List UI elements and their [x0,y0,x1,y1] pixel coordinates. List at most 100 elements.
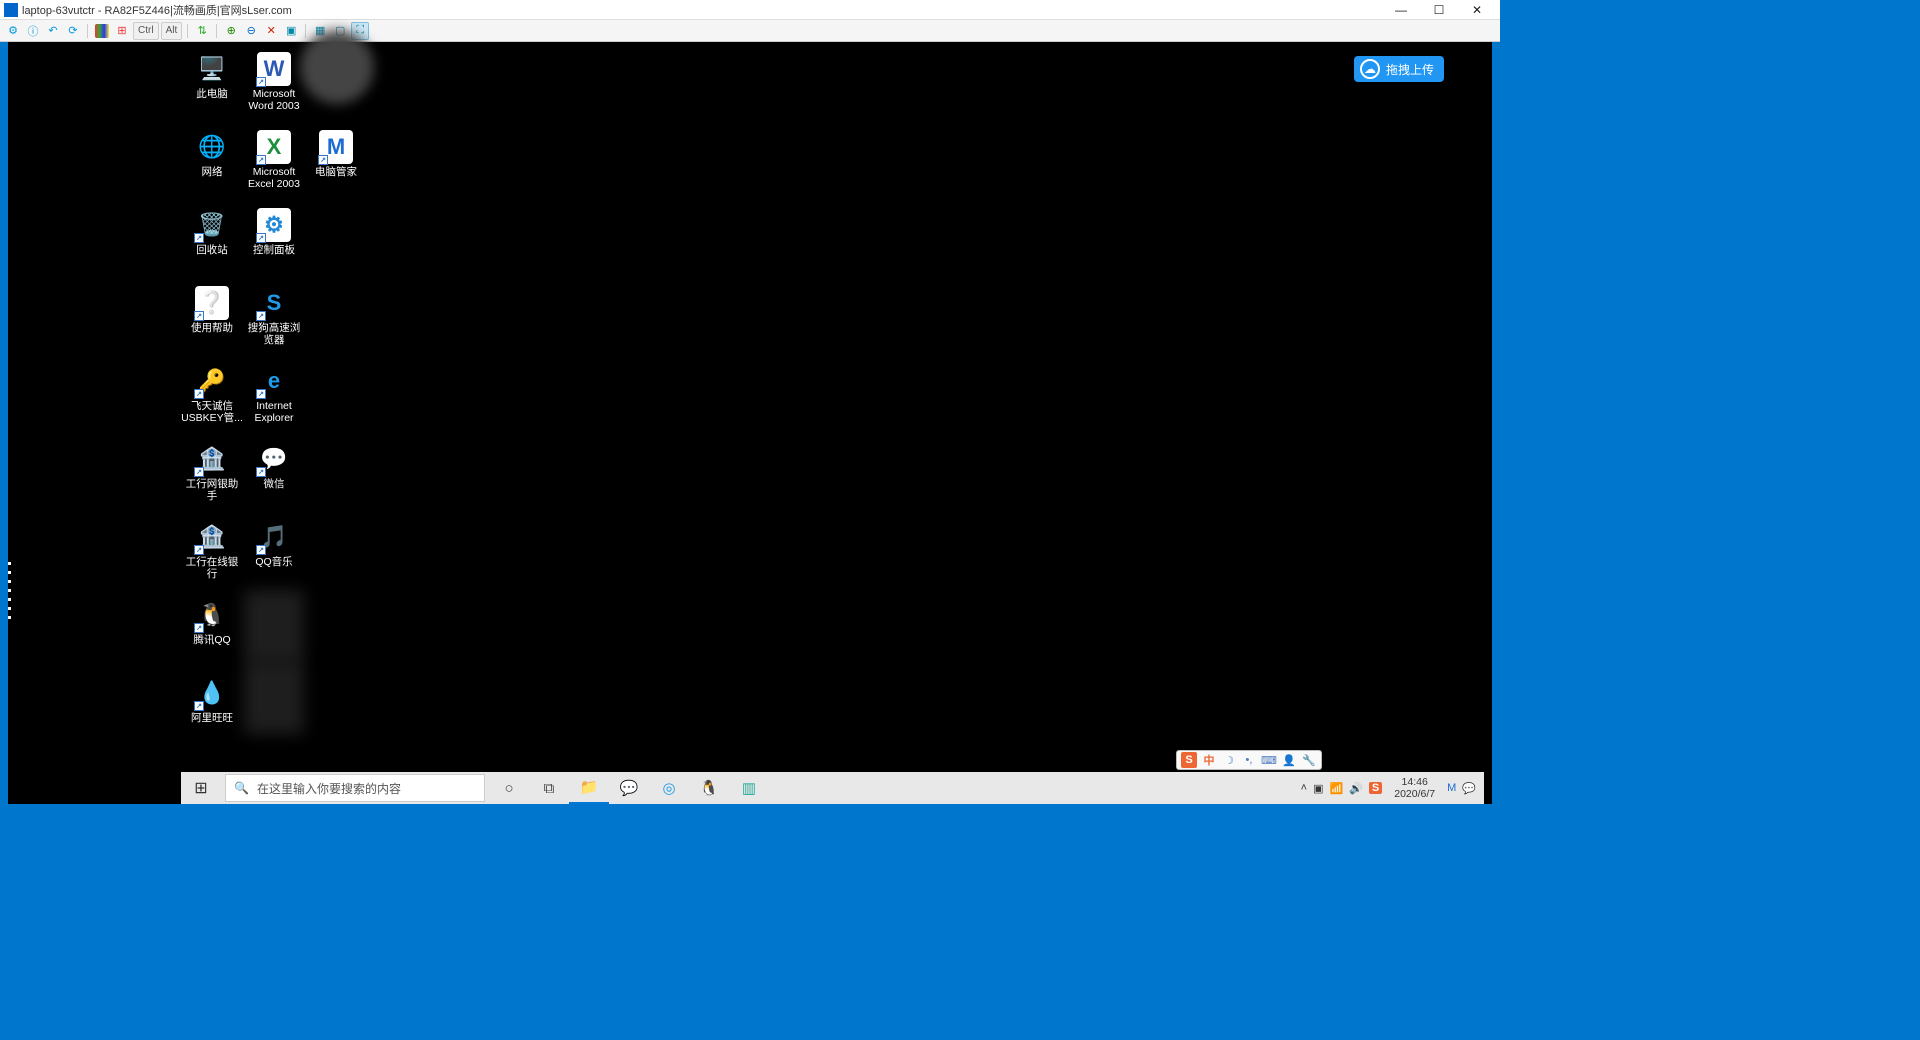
desktop-icon-qqmusic[interactable]: 🎵↗QQ音乐 [243,516,305,594]
clipboard-icon[interactable]: ⇅ [193,22,211,40]
excel-icon: X↗ [257,130,291,164]
wechat-icon: 💬↗ [257,442,291,476]
qqmusic-icon: 🎵↗ [257,520,291,554]
windows-key-icon[interactable]: ⊞ [113,22,131,40]
settings-icon[interactable]: ⚙ [4,22,22,40]
minimize-button[interactable]: — [1382,0,1420,20]
desktop-icon-computer[interactable]: 🖥️此电脑 [181,48,243,126]
color-mode-icon[interactable] [95,24,109,38]
usbkey-icon: 🔑↗ [195,364,229,398]
taskbar-clock[interactable]: 14:46 2020/6/7 [1388,776,1441,800]
desktop-icon-help[interactable]: ❔↗使用帮助 [181,282,243,360]
desktop-icon-wechat[interactable]: 💬↗微信 [243,438,305,516]
desktop-icon-label: 工行网银助手 [181,479,243,502]
desktop-icon-control-panel[interactable]: ⚙↗控制面板 [243,204,305,282]
desktop-icon-recycle-bin[interactable]: 🗑️↗ 回收站 [181,204,243,282]
app-icon [4,3,18,17]
sogou-browser-icon: S↗ [257,286,291,320]
back-icon[interactable]: ↶ [44,22,62,40]
desktop-icon-label: 此电脑 [196,89,228,101]
ime-moon-icon[interactable]: ☽ [1221,752,1237,768]
shortcut-overlay-icon: ↗ [256,77,266,87]
tray-volume-icon[interactable]: 🔊 [1349,782,1363,795]
desktop-icon-label: 阿里旺旺 [191,713,233,725]
tray-expand-icon[interactable]: ˄ [1301,782,1307,794]
start-button[interactable]: ⊞ [181,772,221,804]
wechat-task[interactable]: 💬 [609,772,649,804]
ime-zhong-label[interactable]: 中 [1201,752,1217,768]
recycle-bin-icon: 🗑️↗ [195,208,229,242]
ime-person-icon[interactable]: 👤 [1281,752,1297,768]
file-explorer-task[interactable]: 📁 [569,772,609,804]
close-button[interactable]: ✕ [1458,0,1496,20]
notification-icon[interactable]: 💬 [1462,782,1476,795]
desktop-icon-icbc-assistant[interactable]: 🏦↗ 工行网银助手 [181,438,243,516]
desktop-icon-aliwangwang[interactable]: 💧↗ 阿里旺旺 [181,672,243,750]
ime-sogou-icon[interactable]: S [1181,752,1197,768]
desktop-icon-label: 网络 [202,167,223,179]
maximize-button[interactable]: ☐ [1420,0,1458,20]
icbc-assistant-icon: 🏦↗ [195,442,229,476]
window-titlebar: laptop-63vutctr - RA82F5Z446|流畅画质|官网sLse… [0,0,1500,20]
desktop-icon-sogou-browser[interactable]: S↗搜狗高速浏览器 [243,282,305,360]
desktop-icon-label: 控制面板 [253,245,295,257]
ctrl-key-button[interactable]: Ctrl [133,22,159,40]
desktop-icon-qq[interactable]: 🐧↗ 腾讯QQ [181,594,243,672]
clock-date: 2020/6/7 [1394,788,1435,800]
remote-desktop-viewport[interactable]: ☁ 拖拽上传 🖥️此电脑🌐网络 🗑️↗ 回收站 ❔↗使用帮助 🔑↗ 飞天诚信USBKEY管… [8,42,1492,804]
refresh-icon[interactable]: ⟳ [64,22,82,40]
desktop-icon-label: Microsoft Word 2003 [243,89,305,112]
desktop-icon-ie[interactable]: e↗Internet Explorer [243,360,305,438]
drag-upload-button[interactable]: ☁ 拖拽上传 [1354,56,1444,82]
desktop-icon-label: 回收站 [196,245,228,257]
clock-time: 14:46 [1394,776,1435,788]
ime-keyboard-icon[interactable]: ⌨ [1261,752,1277,768]
taskbar-search[interactable]: 🔍 在这里输入你要搜索的内容 [225,774,485,802]
cortana-icon[interactable]: ○ [489,772,529,804]
tray-ime-icon[interactable]: S [1369,782,1382,794]
aliwangwang-icon: 💧↗ [195,676,229,710]
zoom-in-icon[interactable]: ⊕ [222,22,240,40]
desktop-icon-network[interactable]: 🌐网络 [181,126,243,204]
icbc-online-icon: 🏦↗ [195,520,229,554]
close-session-icon[interactable]: ✕ [262,22,280,40]
desktop-icon-pc-manager[interactable]: M↗电脑管家 [305,126,367,204]
shortcut-overlay-icon: ↗ [194,389,204,399]
browser-task[interactable]: ◎ [649,772,689,804]
tray-battery-icon[interactable]: ▣ [1313,782,1323,795]
remote-taskbar: ⊞ 🔍 在这里输入你要搜索的内容 ○ ⧉ 📁 💬 ◎ 🐧 ▥ ˄ ▣ 📶 🔊 S… [181,772,1484,804]
tray-pc-manager-icon[interactable]: M [1447,782,1456,794]
desktop-icon-label: Microsoft Excel 2003 [243,167,305,190]
desktop-icon-label: 腾讯QQ [193,635,230,647]
task-icon[interactable]: ▥ [729,772,769,804]
tray-wifi-icon[interactable]: 📶 [1330,782,1344,795]
ime-tool-icon[interactable]: 🔧 [1301,752,1317,768]
desktop-icon-label: 飞天诚信USBKEY管... [181,401,243,424]
search-placeholder: 在这里输入你要搜索的内容 [257,780,401,797]
shortcut-overlay-icon: ↗ [194,467,204,477]
help-icon: ❔↗ [195,286,229,320]
shortcut-overlay-icon: ↗ [194,623,204,633]
info-icon[interactable]: ⓘ [24,22,42,40]
ime-status-bar[interactable]: S 中 ☽ •, ⌨ 👤 🔧 [1176,750,1322,770]
desktop-icon-word[interactable]: W↗ Microsoft Word 2003 [243,48,305,126]
desktop-icon-icbc-online[interactable]: 🏦↗工行在线银行 [181,516,243,594]
word-icon: W↗ [257,52,291,86]
ime-comma-icon[interactable]: •, [1241,752,1257,768]
cloud-upload-icon: ☁ [1360,59,1380,79]
shortcut-overlay-icon: ↗ [194,311,204,321]
desktop-icon-excel[interactable]: X↗ Microsoft Excel 2003 [243,126,305,204]
alt-key-button[interactable]: Alt [161,22,183,40]
system-tray: ˄ ▣ 📶 🔊 S 14:46 2020/6/7 M 💬 [1293,776,1484,800]
shortcut-overlay-icon: ↗ [194,545,204,555]
zoom-out-icon[interactable]: ⊖ [242,22,260,40]
pc-manager-icon: M↗ [319,130,353,164]
desktop-icon-usbkey[interactable]: 🔑↗ 飞天诚信USBKEY管... [181,360,243,438]
task-view-icon[interactable]: ⧉ [529,772,569,804]
qq-task[interactable]: 🐧 [689,772,729,804]
qq-icon: 🐧↗ [195,598,229,632]
fit-window-icon[interactable]: ▣ [282,22,300,40]
window-title: laptop-63vutctr - RA82F5Z446|流畅画质|官网sLse… [22,2,292,18]
left-edge-indicator [8,562,11,622]
shortcut-overlay-icon: ↗ [256,233,266,243]
